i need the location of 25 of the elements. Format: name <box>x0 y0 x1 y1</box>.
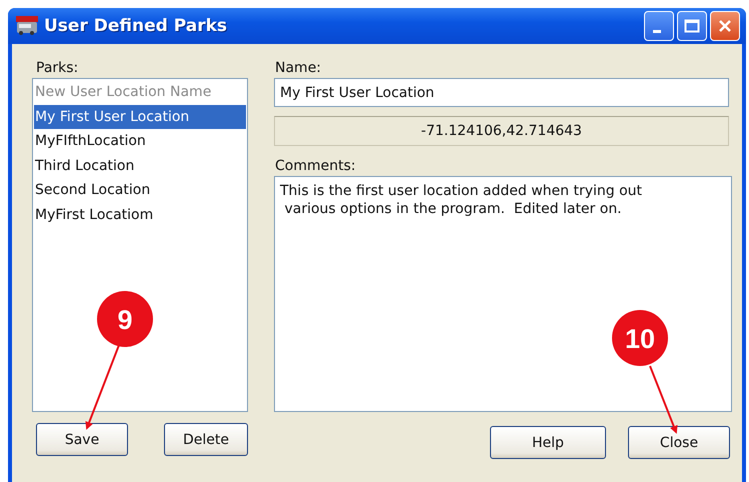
callout-badge: 10 <box>612 310 668 366</box>
dialog-button[interactable]: Delete <box>164 423 248 456</box>
name-label: Name: <box>275 60 322 76</box>
callout-arrow <box>649 366 678 434</box>
callout-badge: 9 <box>97 291 153 347</box>
dialog-button[interactable]: Help <box>490 426 606 459</box>
name-field[interactable]: My First User Location <box>274 78 729 107</box>
comments-label: Comments: <box>275 158 356 174</box>
maximize-icon <box>684 19 700 33</box>
list-item[interactable]: MyFIfthLocation <box>34 129 246 154</box>
coordinates-field: -71.124106,42.714643 <box>274 116 729 146</box>
maximize-button[interactable] <box>677 11 707 41</box>
list-item[interactable]: Second Location <box>34 178 246 202</box>
list-item[interactable]: My First User Location <box>34 104 246 129</box>
list-item[interactable]: MyFirst Locatiom <box>34 202 246 227</box>
dialog-button[interactable]: Close <box>628 426 730 459</box>
close-button[interactable] <box>710 11 740 41</box>
minimize-icon <box>653 30 661 32</box>
parks-label: Parks: <box>36 60 78 76</box>
dialog-button[interactable]: Save <box>36 423 128 456</box>
list-item[interactable]: Third Location <box>34 154 246 178</box>
minimize-button[interactable] <box>644 11 674 41</box>
bus-icon <box>16 16 38 36</box>
close-icon <box>718 19 732 33</box>
window-title: User Defined Parks <box>44 16 228 36</box>
